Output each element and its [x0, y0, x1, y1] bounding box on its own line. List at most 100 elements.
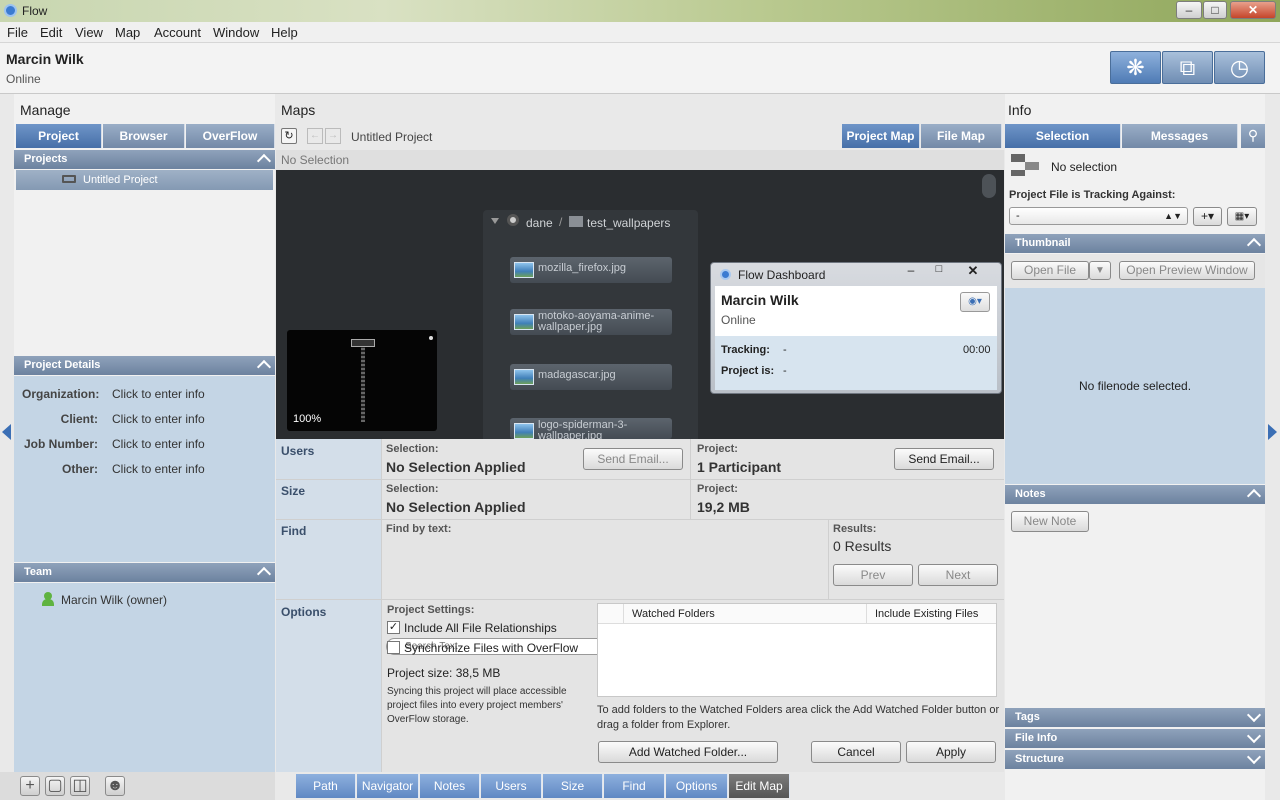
menu-map[interactable]: Map	[115, 25, 140, 40]
tab-project[interactable]: Project	[16, 124, 102, 148]
collapse-right-icon[interactable]	[1268, 424, 1277, 440]
projects-header[interactable]: Projects	[14, 150, 275, 169]
col-watched-folders[interactable]: Watched Folders	[632, 608, 715, 620]
navigator-minimap[interactable]: 100%	[287, 330, 437, 431]
files-view-button[interactable]: ⧉	[1162, 51, 1213, 84]
tab-messages[interactable]: Messages	[1122, 124, 1238, 148]
tab-options[interactable]: Options	[666, 774, 728, 798]
include-relationships-checkbox[interactable]: ✓	[387, 621, 400, 634]
size-selection-label: Selection:	[386, 483, 439, 495]
file-node[interactable]: motoko-aoyama-anime-wallpaper.jpg	[510, 309, 672, 335]
menu-account[interactable]: Account	[154, 25, 201, 40]
prev-button[interactable]: Prev	[833, 564, 913, 586]
sort-tracking-button[interactable]: ▦▾	[1227, 207, 1257, 226]
detail-other-value[interactable]: Click to enter info	[112, 462, 205, 476]
chevron-down-icon[interactable]: ▼	[1089, 261, 1111, 280]
file-node[interactable]: logo-spiderman-3-wallpaper.jpg	[510, 418, 672, 439]
manage-title: Manage	[20, 102, 71, 118]
project-details-header[interactable]: Project Details	[14, 356, 275, 375]
network-view-button[interactable]: ❋	[1110, 51, 1161, 84]
file-node[interactable]: madagascar.jpg	[510, 364, 672, 390]
status-menu-button[interactable]: ◉▾	[960, 292, 990, 312]
detail-jobnumber-value[interactable]: Click to enter info	[112, 437, 205, 451]
tab-overflow[interactable]: OverFlow	[186, 124, 275, 148]
tab-users[interactable]: Users	[481, 774, 542, 798]
maps-panel: Maps ↻ ← → Untitled Project Project Map …	[276, 94, 1004, 772]
forward-icon[interactable]: →	[325, 128, 341, 144]
detail-organization-value[interactable]: Click to enter info	[112, 387, 205, 401]
close-icon[interactable]: ✕	[959, 263, 987, 279]
col-include-existing[interactable]: Include Existing Files	[875, 608, 978, 620]
menu-edit[interactable]: Edit	[40, 25, 62, 40]
thumbnail-header[interactable]: Thumbnail	[1005, 234, 1265, 253]
open-preview-button[interactable]: Open Preview Window	[1119, 261, 1255, 280]
project-list-item[interactable]: Untitled Project	[16, 170, 273, 190]
new-note-button[interactable]: New Note	[1011, 511, 1089, 532]
zoom-slider-track[interactable]	[361, 344, 365, 422]
team-member[interactable]: Marcin Wilk (owner)	[61, 593, 167, 607]
tab-selection[interactable]: Selection	[1005, 124, 1121, 148]
tab-browser[interactable]: Browser	[103, 124, 185, 148]
collapse-left-icon[interactable]	[2, 424, 11, 440]
maximize-icon[interactable]: □	[1203, 1, 1227, 19]
tab-project-map[interactable]: Project Map	[842, 124, 920, 148]
structure-header[interactable]: Structure	[1005, 749, 1265, 769]
sync-overflow-checkbox[interactable]	[387, 641, 400, 654]
sync-overflow-label[interactable]: Synchronize Files with OverFlow	[404, 641, 578, 655]
team-header[interactable]: Team	[14, 563, 275, 582]
info-tabs: Selection Messages	[1005, 124, 1241, 148]
flow-dashboard-window[interactable]: Flow Dashboard – □ ✕ Marcin Wilk Online …	[710, 262, 1002, 394]
zoom-slider-handle[interactable]	[351, 339, 375, 347]
thumbnail-toolbar: Open File ▼ Open Preview Window	[1005, 254, 1265, 288]
open-file-button[interactable]: Open File	[1011, 261, 1089, 280]
manage-toolbar: + ▢ ◫ ☻	[0, 772, 275, 800]
tab-navigator[interactable]: Navigator	[357, 774, 419, 798]
map-project-name: Untitled Project	[351, 130, 433, 144]
refresh-icon[interactable]: ↻	[281, 128, 297, 144]
add-user-icon[interactable]: ☻	[105, 776, 125, 796]
cancel-button[interactable]: Cancel	[811, 741, 901, 763]
tab-notes[interactable]: Notes	[420, 774, 480, 798]
tab-edit-map[interactable]: Edit Map	[729, 774, 790, 798]
clock-view-button[interactable]: ◷	[1214, 51, 1265, 84]
minimize-icon[interactable]: –	[1176, 1, 1202, 19]
tab-size[interactable]: Size	[543, 774, 603, 798]
next-button[interactable]: Next	[918, 564, 998, 586]
trash-icon[interactable]: ◫	[70, 776, 90, 796]
minimize-icon[interactable]: –	[897, 263, 925, 279]
add-tracking-button[interactable]: +▾	[1193, 207, 1222, 226]
back-icon[interactable]: ←	[307, 128, 323, 144]
tags-header[interactable]: Tags	[1005, 707, 1265, 727]
detail-client-value[interactable]: Click to enter info	[112, 412, 205, 426]
file-info-header[interactable]: File Info	[1005, 728, 1265, 748]
expand-icon[interactable]	[491, 218, 499, 224]
users-selection-label: Selection:	[386, 443, 439, 455]
add-folder-icon[interactable]: ▢	[45, 776, 65, 796]
breadcrumb-folder[interactable]: test_wallpapers	[587, 216, 670, 230]
include-relationships-label[interactable]: Include All File Relationships	[404, 621, 557, 635]
watched-folders-table[interactable]: Watched Folders Include Existing Files	[597, 603, 997, 697]
details-area: Users Size Find Options Selection: No Se…	[276, 439, 1004, 772]
add-icon[interactable]: +	[20, 776, 40, 796]
scrollbar-thumb[interactable]	[982, 174, 996, 198]
menu-file[interactable]: File	[7, 25, 28, 40]
file-node[interactable]: mozilla_firefox.jpg	[510, 257, 672, 283]
breadcrumb-root[interactable]: dane	[526, 216, 553, 230]
notes-header[interactable]: Notes	[1005, 485, 1265, 504]
tab-path[interactable]: Path	[296, 774, 356, 798]
project-settings-label: Project Settings:	[387, 604, 475, 616]
menu-window[interactable]: Window	[213, 25, 259, 40]
apply-button[interactable]: Apply	[906, 741, 996, 763]
menu-help[interactable]: Help	[271, 25, 298, 40]
menu-view[interactable]: View	[75, 25, 103, 40]
tab-file-map[interactable]: File Map	[921, 124, 1002, 148]
window-title: Flow	[22, 4, 48, 18]
close-icon[interactable]: ✕	[1230, 1, 1276, 19]
tab-find[interactable]: Find	[604, 774, 665, 798]
add-watched-folder-button[interactable]: Add Watched Folder...	[598, 741, 778, 763]
maximize-icon[interactable]: □	[925, 263, 953, 279]
send-email-selection-button[interactable]: Send Email...	[583, 448, 683, 470]
send-email-project-button[interactable]: Send Email...	[894, 448, 994, 470]
tracking-select[interactable]: - ▲▼	[1009, 207, 1188, 225]
search-icon[interactable]: ⚲	[1241, 124, 1265, 148]
